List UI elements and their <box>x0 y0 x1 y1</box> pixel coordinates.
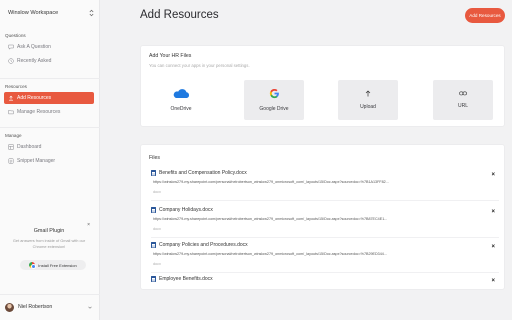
remove-file-button[interactable]: × <box>491 209 495 215</box>
file-url[interactable]: https://winslow279-my.sharepoint.com/per… <box>153 252 458 256</box>
sidebar-item-label: Dashboard <box>17 144 42 150</box>
file-url[interactable]: https://winslow279-my.sharepoint.com/per… <box>153 180 458 184</box>
sidebar-item-label: Snippet Manager <box>17 158 56 164</box>
link-icon <box>459 91 467 98</box>
folder-icon <box>8 109 14 115</box>
word-doc-icon <box>151 170 156 176</box>
upload-arrow-icon <box>365 90 371 99</box>
google-drive-icon <box>269 88 280 101</box>
sidebar-item-label: Ask A Question <box>17 44 51 50</box>
sidebar-item-label: Recently Asked <box>17 58 52 64</box>
section-questions: Questions <box>5 33 26 38</box>
sidebar: Winslow Workspace Questions Ask A Questi… <box>0 0 100 320</box>
chrome-icon <box>29 262 36 269</box>
word-doc-icon <box>151 276 156 282</box>
files-card: Files Benefits and Compensation Policy.d… <box>140 144 505 290</box>
workspace-switcher[interactable]: Winslow Workspace <box>6 6 96 20</box>
sidebar-item-dashboard[interactable]: Dashboard <box>4 141 94 153</box>
install-extension-button[interactable]: Install Free Extension <box>20 260 86 270</box>
upload-tile[interactable]: Upload <box>338 80 398 120</box>
file-type: docx <box>153 262 161 266</box>
dashboard-icon <box>8 144 14 150</box>
divider <box>151 272 499 273</box>
user-menu[interactable]: Niel Robertson <box>0 296 100 318</box>
list-item: Employee Benefits.docx × <box>151 276 499 290</box>
workspace-name: Winslow Workspace <box>8 10 59 16</box>
onedrive-icon <box>172 88 190 101</box>
list-item: Company Holidays.docx https://winslow279… <box>151 207 499 240</box>
tile-label: URL <box>457 103 468 109</box>
user-name: Niel Robertson <box>18 304 53 310</box>
file-type: docx <box>153 190 161 194</box>
hr-files-card: Add Your HR Files You can connect your a… <box>140 45 505 127</box>
tile-label: OneDrive <box>170 105 192 112</box>
hr-files-subtitle: You can connect your apps in your person… <box>149 63 250 68</box>
divider <box>0 78 100 79</box>
hr-files-title: Add Your HR Files <box>149 53 192 59</box>
file-url[interactable]: https://winslow279-my.sharepoint.com/per… <box>153 217 458 221</box>
snippet-icon <box>8 158 14 164</box>
section-resources: Resources <box>5 84 27 89</box>
files-title: Files <box>149 155 160 161</box>
list-item: Benefits and Compensation Policy.docx ht… <box>151 170 499 203</box>
upload-icon <box>8 95 14 101</box>
plugin-title: Gmail Plugin <box>33 228 65 234</box>
clock-icon <box>8 58 14 64</box>
sidebar-item-label: Manage Resources <box>17 109 61 115</box>
file-name: Benefits and Compensation Policy.docx <box>159 170 247 176</box>
add-resources-button[interactable]: Add Resources <box>465 8 505 23</box>
divider <box>151 200 499 201</box>
remove-file-button[interactable]: × <box>491 278 495 284</box>
sidebar-item-snippet-manager[interactable]: Snippet Manager <box>4 155 94 167</box>
file-name: Company Holidays.docx <box>159 207 213 213</box>
sidebar-item-label: Add Resources <box>17 95 52 101</box>
install-extension-label: Install Free Extension <box>38 262 77 268</box>
list-item: Company Policies and Procedures.docx htt… <box>151 242 499 275</box>
plugin-description: Get answers from inside of Gmail with ou… <box>12 238 86 249</box>
sidebar-item-ask-question[interactable]: Ask A Question <box>4 41 94 53</box>
word-doc-icon <box>151 242 156 248</box>
sidebar-item-manage-resources[interactable]: Manage Resources <box>4 106 94 118</box>
section-manage: Manage <box>5 133 22 138</box>
google-drive-tile[interactable]: Google Drive <box>244 80 304 120</box>
tile-label: Upload <box>360 104 376 110</box>
file-name: Employee Benefits.docx <box>159 276 213 282</box>
onedrive-tile[interactable]: OneDrive <box>151 80 211 120</box>
chevron-down-icon <box>88 305 92 311</box>
chevron-updown-icon <box>88 9 94 18</box>
url-tile[interactable]: URL <box>433 80 493 120</box>
page-title: Add Resources <box>140 9 219 21</box>
file-type: docx <box>153 227 161 231</box>
tile-label: Google Drive <box>259 106 289 112</box>
avatar <box>5 302 14 312</box>
divider <box>0 294 100 295</box>
sidebar-item-recently-asked[interactable]: Recently Asked <box>4 55 94 67</box>
remove-file-button[interactable]: × <box>491 172 495 178</box>
chat-icon <box>8 44 14 50</box>
gmail-plugin-card: × Gmail Plugin Get answers from inside o… <box>4 220 94 274</box>
file-name: Company Policies and Procedures.docx <box>159 242 248 248</box>
remove-file-button[interactable]: × <box>491 244 495 250</box>
divider <box>151 237 499 238</box>
divider <box>0 127 100 128</box>
sidebar-item-add-resources[interactable]: Add Resources <box>4 92 94 104</box>
word-doc-icon <box>151 207 156 213</box>
